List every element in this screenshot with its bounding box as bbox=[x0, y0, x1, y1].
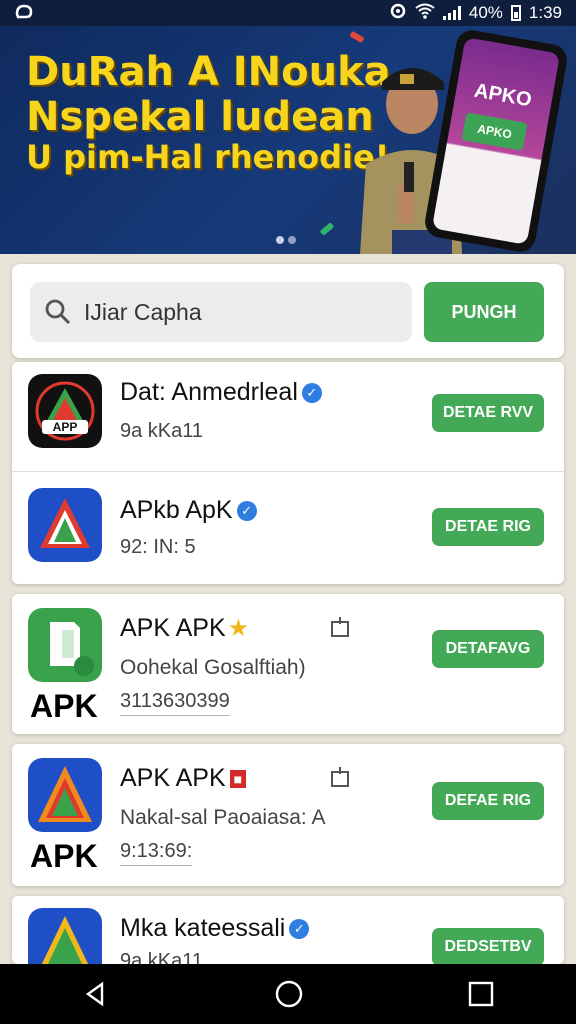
status-right: 40% 1:39 bbox=[389, 2, 562, 25]
recents-icon[interactable] bbox=[468, 981, 494, 1007]
app-title: Mka kateessali ✓ bbox=[120, 914, 310, 943]
carousel-dot[interactable] bbox=[276, 236, 284, 244]
app-icon-label: APP bbox=[53, 420, 78, 434]
details-button[interactable]: DEFAE RIG bbox=[432, 782, 544, 820]
wifi-icon bbox=[415, 3, 435, 24]
details-button[interactable]: DETAE RVV bbox=[432, 394, 544, 432]
app-title: Dat: Anmedrleal ✓ bbox=[120, 378, 322, 407]
search-button[interactable]: PUNGH bbox=[424, 282, 544, 342]
app-icon bbox=[28, 608, 102, 682]
verified-icon: ✓ bbox=[236, 501, 257, 522]
app-card: APP Dat: Anmedrleal ✓ 9a kKa11 DETAE RVV … bbox=[12, 362, 564, 584]
apk-caption: APK bbox=[30, 688, 98, 724]
app-card[interactable]: Mka kateessali ✓ 9a kKa11 DEDSETBV bbox=[12, 896, 564, 964]
search-box[interactable] bbox=[30, 282, 412, 342]
app-meta: 9a kKa11 bbox=[120, 420, 204, 442]
navigation-bar bbox=[0, 964, 576, 1024]
app-icon bbox=[28, 908, 102, 964]
details-button[interactable]: DETAE RIG bbox=[432, 508, 544, 546]
apk-caption: APK bbox=[30, 838, 98, 874]
app-meta: 92: IN: 5 bbox=[120, 536, 196, 558]
back-icon[interactable] bbox=[82, 980, 110, 1008]
banner-line-1: DuRah A INouka bbox=[26, 49, 391, 95]
verified-icon: ✓ bbox=[289, 919, 310, 940]
app-title: APK APK★ bbox=[120, 614, 249, 643]
share-icon[interactable] bbox=[330, 616, 350, 638]
app-icon bbox=[28, 758, 102, 832]
share-icon[interactable] bbox=[330, 766, 350, 788]
carousel-dots[interactable] bbox=[276, 236, 296, 244]
sync-icon bbox=[389, 2, 407, 25]
app-meta: 9a kKa11 bbox=[120, 950, 204, 964]
app-title-text: Mka kateessali bbox=[120, 914, 286, 942]
app-subtitle: Nakal-sal Paoaiasa: A bbox=[120, 806, 326, 829]
carousel-dot[interactable] bbox=[288, 236, 296, 244]
battery-percent: 40% bbox=[468, 3, 503, 22]
details-button[interactable]: DEDSETBV bbox=[432, 928, 544, 964]
banner-line-3: U pim-Hal rhenodie! bbox=[26, 137, 390, 176]
app-card[interactable]: APK APK APK★ Oohekal Gosalftiah) 3113630… bbox=[12, 594, 564, 734]
app-title: APkb ApK ✓ bbox=[120, 496, 257, 525]
app-icon: APP bbox=[28, 374, 102, 448]
list-item[interactable]: APP Dat: Anmedrleal ✓ 9a kKa11 DETAE RVV bbox=[12, 362, 564, 472]
phone-apk-logo: APKO bbox=[472, 79, 534, 112]
search-input[interactable] bbox=[84, 298, 404, 326]
app-card[interactable]: APK APK APK ■ Nakal-sal Paoaiasa: A 9:13:… bbox=[12, 744, 564, 886]
home-icon[interactable] bbox=[274, 979, 304, 1009]
list-item[interactable]: APkb ApK ✓ 92: IN: 5 DETAE RIG bbox=[12, 472, 564, 582]
battery-icon bbox=[510, 5, 521, 21]
phone-apk-badge: APKO bbox=[461, 112, 528, 151]
badge-icon: ■ bbox=[229, 770, 247, 789]
app-meta: 9:13:69: bbox=[120, 840, 193, 866]
app-title-text: APK APK bbox=[120, 764, 226, 792]
app-title-text: Dat: Anmedrleal bbox=[120, 378, 298, 406]
details-button[interactable]: DETAFAVG bbox=[432, 630, 544, 668]
signal-icon bbox=[442, 6, 461, 20]
search-icon bbox=[45, 299, 71, 325]
app-icon bbox=[28, 488, 102, 562]
banner-line-2: Nspekal ludean bbox=[26, 93, 374, 140]
clock: 1:39 bbox=[528, 3, 562, 22]
app-title-text: APK APK bbox=[120, 614, 226, 642]
promo-banner[interactable]: DuRah A INouka Nspekal ludean U pim-Hal … bbox=[0, 26, 576, 254]
app-title: APK APK ■ bbox=[120, 764, 247, 793]
search-card: PUNGH bbox=[12, 264, 564, 358]
status-bar: 40% 1:39 bbox=[0, 0, 576, 26]
star-icon: ★ bbox=[227, 615, 250, 642]
banner-headline: DuRah A INouka Nspekal ludean U pim-Hal … bbox=[26, 49, 391, 176]
app-meta: 3113630399 bbox=[120, 690, 230, 716]
app-title-text: APkb ApK bbox=[120, 496, 233, 524]
verified-icon: ✓ bbox=[301, 383, 322, 404]
notification-icon bbox=[14, 2, 34, 25]
app-subtitle: Oohekal Gosalftiah) bbox=[120, 656, 306, 679]
